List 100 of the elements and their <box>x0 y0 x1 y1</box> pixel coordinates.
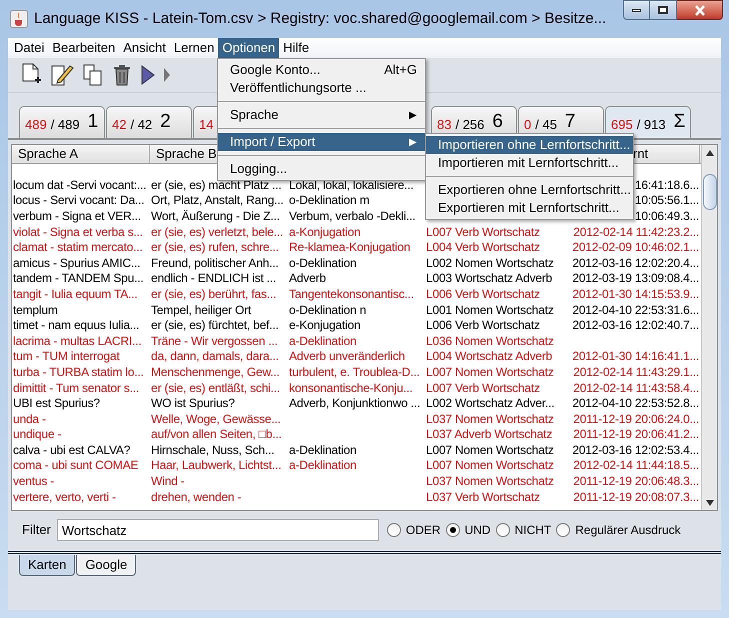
table-cell: lacrima - multas LACRI... <box>13 334 142 348</box>
trash-icon[interactable] <box>112 63 132 87</box>
table-cell: L007 Nomen Wortschatz <box>426 458 554 472</box>
table-cell: L036 Nomen Wortschatz <box>426 334 554 348</box>
table-cell: vertere, verto, verti - <box>13 490 116 504</box>
table-cell: endlich - ENDLICH ist ... <box>151 271 276 286</box>
java-cup-icon <box>10 10 28 28</box>
table-cell: 2012-02-14 11:42:23.2... <box>573 224 699 239</box>
column-header[interactable]: Sprache A <box>18 144 78 164</box>
box-tab[interactable]: 489 / 489 1 <box>19 106 105 138</box>
scroll-up-icon[interactable] <box>706 150 714 156</box>
table-cell: 2012-04-10 22:53:52.8... <box>572 396 699 410</box>
radio-option[interactable]: NICHT <box>496 521 552 539</box>
table-cell: Re-klamea-Konjugation <box>289 240 410 254</box>
edit-document-icon[interactable] <box>50 63 74 87</box>
table-cell: Verbum, verbalo -Dekli... <box>289 208 416 223</box>
table-cell: L006 Verb Wortschatz <box>426 286 540 301</box>
menu-item[interactable]: Exportieren ohne Lernfortschritt... <box>426 181 633 199</box>
table-cell: drehen, wenden - <box>151 490 242 504</box>
close-button[interactable] <box>677 0 723 20</box>
table-cell: locus - Servi vocant: Da... <box>13 193 144 208</box>
scroll-down-icon[interactable] <box>706 500 714 506</box>
scroll-thumb[interactable] <box>702 174 716 210</box>
table-cell: tangit - Iulia equum TA... <box>13 286 138 301</box>
table-cell: o-Deklination n <box>289 302 366 317</box>
table-cell: 2012-03-19 13:09:08.4... <box>572 271 699 286</box>
radio-button[interactable] <box>556 523 570 537</box>
table-cell: 2012-03-16 12:02:53.4... <box>572 442 699 457</box>
menu-bar-item[interactable]: Ansicht <box>119 38 170 58</box>
close-icon <box>694 4 706 16</box>
table-cell: templum <box>13 302 58 317</box>
radio-button[interactable] <box>446 523 460 537</box>
table-cell: 2012-03-16 12:02:40.7... <box>572 318 699 332</box>
table-cell: auf/von allen Seiten, □b... <box>151 427 282 442</box>
table-cell: 2011-12-19 20:06:24.0... <box>573 412 699 426</box>
menu-item[interactable]: Exportieren mit Lernfortschritt... <box>426 199 633 217</box>
menu-bar-item[interactable]: Optionen <box>218 38 280 58</box>
menu-bar-item[interactable]: Datei <box>10 38 48 58</box>
table-cell: locum dat -Servi vocant:... <box>13 178 146 192</box>
column-header[interactable]: Sprache B <box>156 144 217 164</box>
column-header[interactable]: rnt <box>633 144 648 164</box>
menu-item[interactable]: Google Konto... Alt+G <box>218 61 425 79</box>
table-cell: a-Deklination <box>289 442 356 457</box>
copy-icon[interactable] <box>82 63 104 87</box>
menu-bar-item[interactable]: Bearbeiten <box>48 38 120 58</box>
scrollbar[interactable] <box>701 145 717 510</box>
table-cell: WO ist Spurius? <box>151 396 235 410</box>
table-cell: turbulent, e. Troublea-D... <box>289 364 420 379</box>
menu-item[interactable]: Importieren ohne Lernfortschritt... <box>426 136 633 154</box>
table-cell: Ort, Platz, Anstalt, Rang... <box>151 193 284 208</box>
filter-field[interactable]: Wortschatz <box>56 519 379 541</box>
table-cell: o-Deklination m <box>289 193 370 208</box>
radio-option[interactable]: Regulärer Ausdruck <box>556 521 681 539</box>
table-cell: a-Deklination <box>289 458 356 472</box>
table-cell: dimittit - Tum senator s... <box>13 380 139 395</box>
table-cell: er (sie, es) rufen, schre... <box>151 240 279 254</box>
table-cell: timet - nam equus Iulia... <box>13 318 140 332</box>
menu-bar-item[interactable]: Lernen <box>170 38 218 58</box>
table-cell: er (sie, es) macht Platz ... <box>151 178 282 192</box>
table-cell: 2012-02-09 10:46:02.1... <box>572 240 699 254</box>
menu-item[interactable]: Logging... <box>218 160 425 178</box>
table-cell: Freund, politischer Anh... <box>151 256 279 270</box>
table-cell: 2012-01-30 14:15:53.9... <box>572 286 699 301</box>
play-icon[interactable] <box>140 64 156 86</box>
menu-bar-item[interactable]: Hilfe <box>279 38 314 58</box>
table-cell: er (sie, es) verletzt, bele... <box>151 224 284 239</box>
table-cell: 10:06:49.3... <box>634 208 699 223</box>
table-cell: clamat - statim mercato... <box>13 240 142 254</box>
table-cell: Menschenmenge, Gew... <box>151 364 280 379</box>
table-cell: Hirnschale, Nuss, Sch... <box>151 442 274 457</box>
table-cell: 2012-01-30 14:16:41.1... <box>572 349 699 364</box>
tab[interactable]: Karten <box>19 555 76 576</box>
table-cell: 2011-12-19 20:06:41.2... <box>573 427 699 442</box>
menu-item[interactable]: Sprache ▶ <box>218 106 425 124</box>
radio-option[interactable]: ODER <box>386 521 441 539</box>
table-cell: turba - TURBA statim lo... <box>13 364 144 379</box>
tab[interactable]: Google <box>76 555 136 576</box>
table-cell: L037 Adverb Wortschatz <box>426 427 552 442</box>
table-cell: calva - ubi est CALVA? <box>13 442 130 457</box>
table-cell: L004 Wortschatz Adverb <box>426 349 552 364</box>
menu-item[interactable]: Import / Export ▶ <box>218 133 425 151</box>
table-cell: unda - <box>13 412 46 426</box>
box-tab[interactable]: 42 / 42 2 <box>106 106 192 138</box>
menu-item[interactable]: Importieren mit Lernfortschritt... <box>426 154 633 172</box>
table-cell: L007 Nomen Wortschatz <box>426 364 554 379</box>
box-tab[interactable]: 695 / 913 Σ <box>605 106 691 138</box>
table-cell: er (sie, es) berührt, fas... <box>151 286 276 301</box>
table-cell: 2012-02-14 11:43:58.4... <box>573 380 699 395</box>
table-cell: 2012-03-16 12:02:20.4... <box>572 256 699 270</box>
table-cell: L037 Nomen Wortschatz <box>426 474 554 488</box>
radio-option[interactable]: UND <box>446 521 491 539</box>
window-title: Language KISS - Latein-Tom.csv > Registry: voc.shared@googlemail.com > Besitze... <box>34 8 606 29</box>
table-cell: tandem - TANDEM Spu... <box>13 271 144 286</box>
table-cell: L007 Verb Wortschatz <box>426 380 540 395</box>
radio-button[interactable] <box>496 523 510 537</box>
maximize-button[interactable] <box>650 0 677 20</box>
minimize-button[interactable] <box>623 0 650 20</box>
menu-item[interactable]: Veröffentlichungsorte ... <box>218 79 425 97</box>
radio-button[interactable] <box>386 523 401 537</box>
table-cell: Welle, Woge, Gewässe... <box>151 412 281 426</box>
